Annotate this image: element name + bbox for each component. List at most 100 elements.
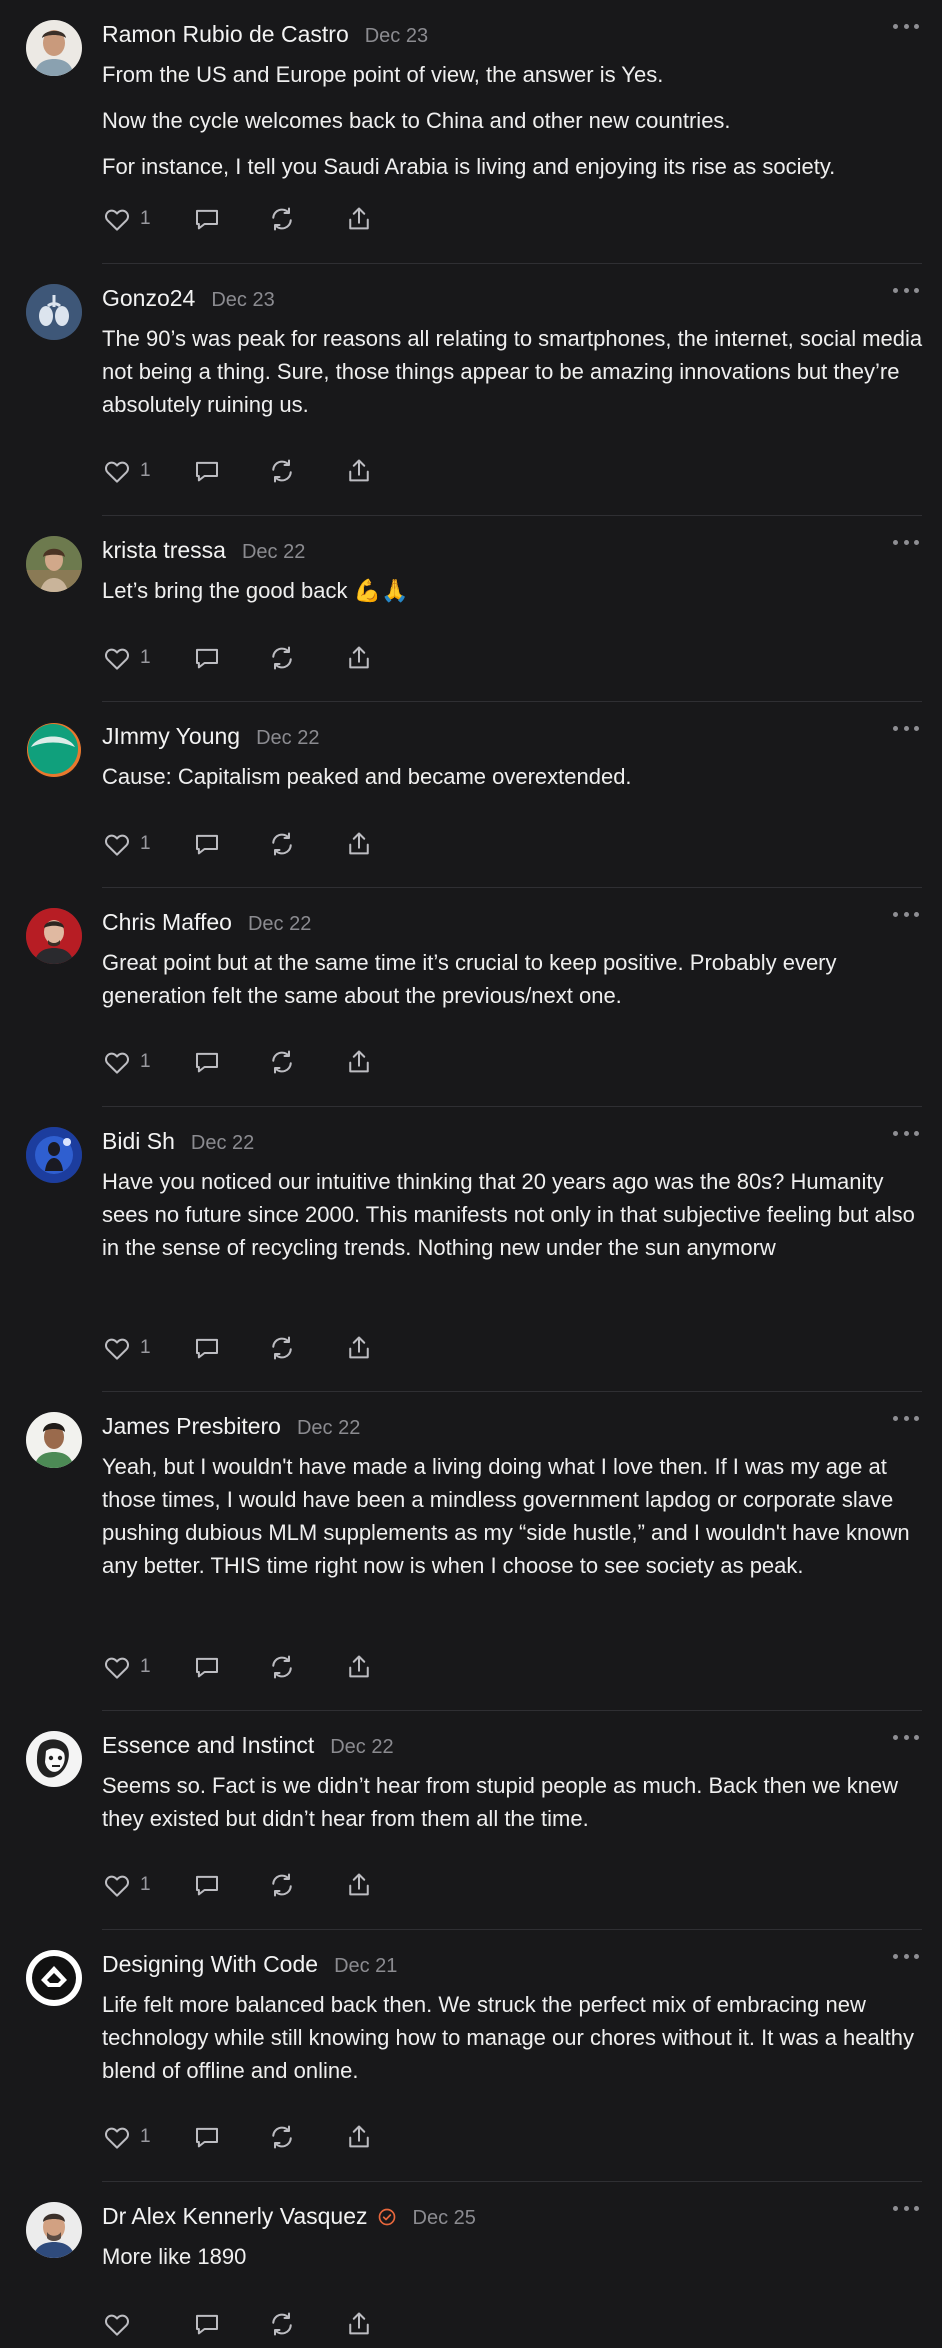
like-button[interactable]: 1 (102, 1331, 192, 1365)
author-name[interactable]: James Presbitero (102, 1413, 281, 1440)
avatar[interactable] (26, 1731, 82, 1787)
more-options-button[interactable] (893, 1127, 919, 1139)
restack-arrows-icon (267, 204, 297, 234)
reply-button[interactable] (192, 2307, 267, 2341)
reply-button[interactable] (192, 1331, 267, 1365)
comment-date[interactable]: Dec 22 (297, 1417, 360, 1440)
more-options-button[interactable] (893, 722, 919, 734)
comment-date[interactable]: Dec 22 (248, 913, 311, 936)
avatar[interactable] (26, 722, 82, 778)
comment-date[interactable]: Dec 21 (334, 1955, 397, 1978)
share-upload-icon (344, 829, 374, 859)
like-button[interactable]: 1 (102, 641, 192, 675)
restack-button[interactable] (267, 2307, 344, 2341)
restack-button[interactable] (267, 827, 344, 861)
avatar[interactable] (26, 1950, 82, 2006)
comment-date[interactable]: Dec 22 (242, 541, 305, 564)
comment-date[interactable]: Dec 22 (330, 1736, 393, 1759)
more-options-button[interactable] (893, 536, 919, 548)
restack-button[interactable] (267, 2120, 344, 2154)
comment-actions: 1 (102, 641, 374, 675)
like-button[interactable]: 1 (102, 1868, 192, 1902)
share-button[interactable] (344, 1650, 374, 1684)
restack-arrows-icon (267, 829, 297, 859)
comment: Essence and Instinct Dec 22 Seems so. Fa… (0, 1711, 942, 1930)
share-button[interactable] (344, 202, 374, 236)
reply-button[interactable] (192, 1868, 267, 1902)
avatar[interactable] (26, 536, 82, 592)
like-button[interactable]: 1 (102, 2120, 192, 2154)
share-button[interactable] (344, 2120, 374, 2154)
author-name[interactable]: Bidi Sh (102, 1128, 175, 1155)
author-name[interactable]: Essence and Instinct (102, 1732, 314, 1759)
comment-date[interactable]: Dec 22 (256, 727, 319, 750)
reply-button[interactable] (192, 641, 267, 675)
more-options-button[interactable] (893, 2202, 919, 2214)
more-options-button[interactable] (893, 284, 919, 296)
comment-body: Cause: Capitalism peaked and became over… (102, 760, 928, 793)
comment: James Presbitero Dec 22 Yeah, but I woul… (0, 1392, 942, 1711)
comment-date[interactable]: Dec 25 (413, 2207, 476, 2230)
comment-date[interactable]: Dec 23 (211, 289, 274, 312)
like-button[interactable]: 1 (102, 1045, 192, 1079)
restack-button[interactable] (267, 1331, 344, 1365)
author-name[interactable]: krista tressa (102, 537, 226, 564)
comment-date[interactable]: Dec 23 (365, 25, 428, 48)
restack-button[interactable] (267, 454, 344, 488)
restack-button[interactable] (267, 1868, 344, 1902)
like-button[interactable]: 1 (102, 827, 192, 861)
comment-actions: 1 (102, 1331, 374, 1365)
share-button[interactable] (344, 827, 374, 861)
avatar[interactable] (26, 1412, 82, 1468)
comment-bubble-icon (192, 456, 222, 486)
share-button[interactable] (344, 641, 374, 675)
reply-button[interactable] (192, 827, 267, 861)
avatar[interactable] (26, 20, 82, 76)
like-button[interactable]: 1 (102, 454, 192, 488)
comment-body: Have you noticed our intuitive thinking … (102, 1165, 928, 1264)
share-button[interactable] (344, 1868, 374, 1902)
restack-button[interactable] (267, 1650, 344, 1684)
restack-button[interactable] (267, 202, 344, 236)
reply-button[interactable] (192, 1045, 267, 1079)
author-name[interactable]: Designing With Code (102, 1951, 318, 1978)
restack-arrows-icon (267, 2309, 297, 2339)
author-name[interactable]: Ramon Rubio de Castro (102, 21, 349, 48)
restack-button[interactable] (267, 1045, 344, 1079)
comment-bubble-icon (192, 1047, 222, 1077)
author-name[interactable]: Dr Alex Kennerly Vasquez (102, 2203, 368, 2230)
avatar[interactable] (26, 1127, 82, 1183)
comment: JImmy Young Dec 22 Cause: Capitalism pea… (0, 702, 942, 888)
share-button[interactable] (344, 1331, 374, 1365)
reply-button[interactable] (192, 2120, 267, 2154)
share-button[interactable] (344, 454, 374, 488)
like-button[interactable] (102, 2307, 192, 2341)
share-button[interactable] (344, 2307, 374, 2341)
more-options-button[interactable] (893, 1950, 919, 1962)
author-name[interactable]: Gonzo24 (102, 285, 195, 312)
like-button[interactable]: 1 (102, 202, 192, 236)
like-count: 1 (140, 1337, 151, 1358)
avatar[interactable] (26, 908, 82, 964)
more-options-button[interactable] (893, 1731, 919, 1743)
reply-button[interactable] (192, 1650, 267, 1684)
heart-icon (102, 1870, 132, 1900)
avatar[interactable] (26, 284, 82, 340)
like-button[interactable]: 1 (102, 1650, 192, 1684)
comment-date[interactable]: Dec 22 (191, 1132, 254, 1155)
restack-button[interactable] (267, 641, 344, 675)
restack-arrows-icon (267, 2122, 297, 2152)
comment: Gonzo24 Dec 23 The 90’s was peak for rea… (0, 264, 942, 516)
like-count: 1 (140, 1051, 151, 1072)
like-count: 1 (140, 1874, 151, 1895)
share-button[interactable] (344, 1045, 374, 1079)
more-options-button[interactable] (893, 20, 919, 32)
reply-button[interactable] (192, 454, 267, 488)
avatar[interactable] (26, 2202, 82, 2258)
author-name[interactable]: JImmy Young (102, 723, 240, 750)
author-name[interactable]: Chris Maffeo (102, 909, 232, 936)
reply-button[interactable] (192, 202, 267, 236)
comment-body: Great point but at the same time it’s cr… (102, 946, 928, 1012)
more-options-button[interactable] (893, 908, 919, 920)
more-options-button[interactable] (893, 1412, 919, 1424)
